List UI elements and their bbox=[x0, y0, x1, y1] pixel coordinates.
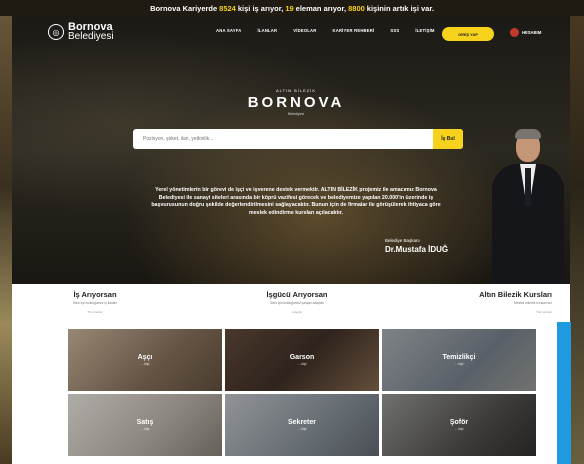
menu-item-career-guide[interactable]: KARİYER REHBERİ bbox=[333, 28, 375, 33]
job-seeker-column[interactable]: İş Arıyorsan Sizin için bulduğumuz iş il… bbox=[50, 290, 140, 314]
column-title: İş Arıyorsan bbox=[73, 290, 117, 299]
logo-line-2: Belediyesi bbox=[68, 31, 114, 42]
brand-kicker: ALTIN BİLEZİK bbox=[275, 88, 317, 93]
menu: ANA SAYFA İLANLAR VİDEOLAR KARİYER REHBE… bbox=[216, 28, 451, 33]
stats-text-1: kişi iş arıyor, bbox=[237, 3, 284, 13]
logo[interactable]: ◎ Bornova Belediyesi bbox=[48, 22, 114, 42]
category-tile-cook[interactable]: Aşçı ... kişi bbox=[68, 329, 222, 391]
brand-name: BORNOVA bbox=[247, 94, 345, 111]
stats-bar: Bornova Kariyerde 8524 kişi iş arıyor, 1… bbox=[0, 0, 584, 16]
category-count: ... kişi bbox=[454, 427, 464, 431]
category-tile-sales[interactable]: Satış ... kişi bbox=[68, 394, 222, 456]
login-button[interactable]: GİRİŞ YAP bbox=[442, 27, 494, 41]
brand-sub: Belediyesi bbox=[288, 112, 304, 116]
employer-column[interactable]: İşgücü Arıyorsan Sizin için bulduğumuz ç… bbox=[242, 290, 352, 314]
category-count: ... kişi bbox=[297, 427, 307, 431]
search-button[interactable]: İş Bul bbox=[433, 129, 463, 149]
courses-column[interactable]: Altın Bilezik Kursları Meslek edinme kur… bbox=[464, 290, 552, 314]
mayor-caption: Belediye Başkanı Dr.Mustafa İDUĞ bbox=[385, 238, 448, 254]
project-description: Yerel yönetimlerin bir görevi de işçi ve… bbox=[151, 187, 441, 216]
category-name: Şoför bbox=[449, 419, 469, 426]
job-search: İş Bul bbox=[133, 129, 463, 149]
column-title: İşgücü Arıyorsan bbox=[266, 290, 328, 299]
search-input[interactable] bbox=[133, 129, 433, 149]
hero-section: ◎ Bornova Belediyesi ANA SAYFA İLANLAR V… bbox=[12, 16, 570, 284]
stats-suffix: kişinin artık işi var. bbox=[366, 3, 434, 13]
category-name: Temizlikçi bbox=[442, 354, 476, 361]
background-photo-right bbox=[570, 0, 584, 464]
employer-count: 19 bbox=[285, 3, 294, 13]
jobseeker-count: 8524 bbox=[219, 3, 236, 13]
category-count: ... kişi bbox=[140, 362, 150, 366]
menu-item-videos[interactable]: VİDEOLAR bbox=[293, 28, 316, 33]
side-accent-panel bbox=[557, 322, 571, 464]
brand-wordmark: ALTIN BİLEZİK BORNOVA Belediyesi bbox=[236, 88, 356, 116]
category-tile-driver[interactable]: Şoför ... kişi bbox=[382, 394, 536, 456]
column-subtitle: Sizin için bulduğumuz iş ilanları bbox=[72, 301, 118, 305]
hired-count: 8800 bbox=[348, 3, 365, 13]
category-count: ... kişi bbox=[140, 427, 150, 431]
site-container: ◎ Bornova Belediyesi ANA SAYFA İLANLAR V… bbox=[12, 16, 570, 464]
category-tile-waiter[interactable]: Garson ... kişi bbox=[225, 329, 379, 391]
column-title: Altın Bilezik Kursları bbox=[479, 290, 552, 299]
mayor-photo bbox=[488, 124, 568, 284]
mayor-role: Belediye Başkanı bbox=[385, 238, 420, 243]
column-link[interactable]: Tüm ilanlar bbox=[50, 310, 140, 314]
category-tile-secretary[interactable]: Sekreter ... kişi bbox=[225, 394, 379, 456]
menu-item-home[interactable]: ANA SAYFA bbox=[216, 28, 241, 33]
category-count: ... kişi bbox=[297, 362, 307, 366]
municipality-emblem-icon: ◎ bbox=[48, 24, 64, 40]
category-count: ... kişi bbox=[454, 362, 464, 366]
stats-text-2: eleman arıyor, bbox=[295, 3, 347, 13]
main-nav: ◎ Bornova Belediyesi ANA SAYFA İLANLAR V… bbox=[12, 16, 570, 52]
user-icon bbox=[510, 28, 519, 37]
category-name: Aşçı bbox=[137, 354, 153, 361]
category-grid: Aşçı ... kişi Garson ... kişi Temizlikçi… bbox=[68, 329, 536, 459]
background-photo-left bbox=[0, 0, 12, 464]
column-subtitle: Sizin için bulduğumuz çalışan adayları bbox=[269, 301, 325, 305]
mayor-name: Dr.Mustafa İDUĞ bbox=[385, 245, 449, 254]
column-link[interactable]: Adaylar bbox=[242, 310, 352, 314]
menu-item-faq[interactable]: SSS bbox=[390, 28, 399, 33]
category-tile-cleaner[interactable]: Temizlikçi ... kişi bbox=[382, 329, 536, 391]
menu-item-listings[interactable]: İLANLAR bbox=[257, 28, 277, 33]
category-name: Satış bbox=[136, 419, 154, 426]
account-link[interactable]: HESABIM bbox=[510, 28, 541, 37]
column-subtitle: Meslek edinme kurslarımız bbox=[514, 301, 552, 305]
account-label: HESABIM bbox=[522, 30, 542, 35]
category-name: Garson bbox=[289, 354, 315, 361]
menu-item-contact[interactable]: İLETİŞİM bbox=[415, 28, 434, 33]
services-section: İş Arıyorsan Sizin için bulduğumuz iş il… bbox=[12, 284, 570, 464]
category-name: Sekreter bbox=[287, 419, 317, 426]
stats-prefix: Bornova Kariyerde bbox=[150, 3, 218, 13]
column-link[interactable]: Tüm kurslar bbox=[464, 310, 552, 314]
